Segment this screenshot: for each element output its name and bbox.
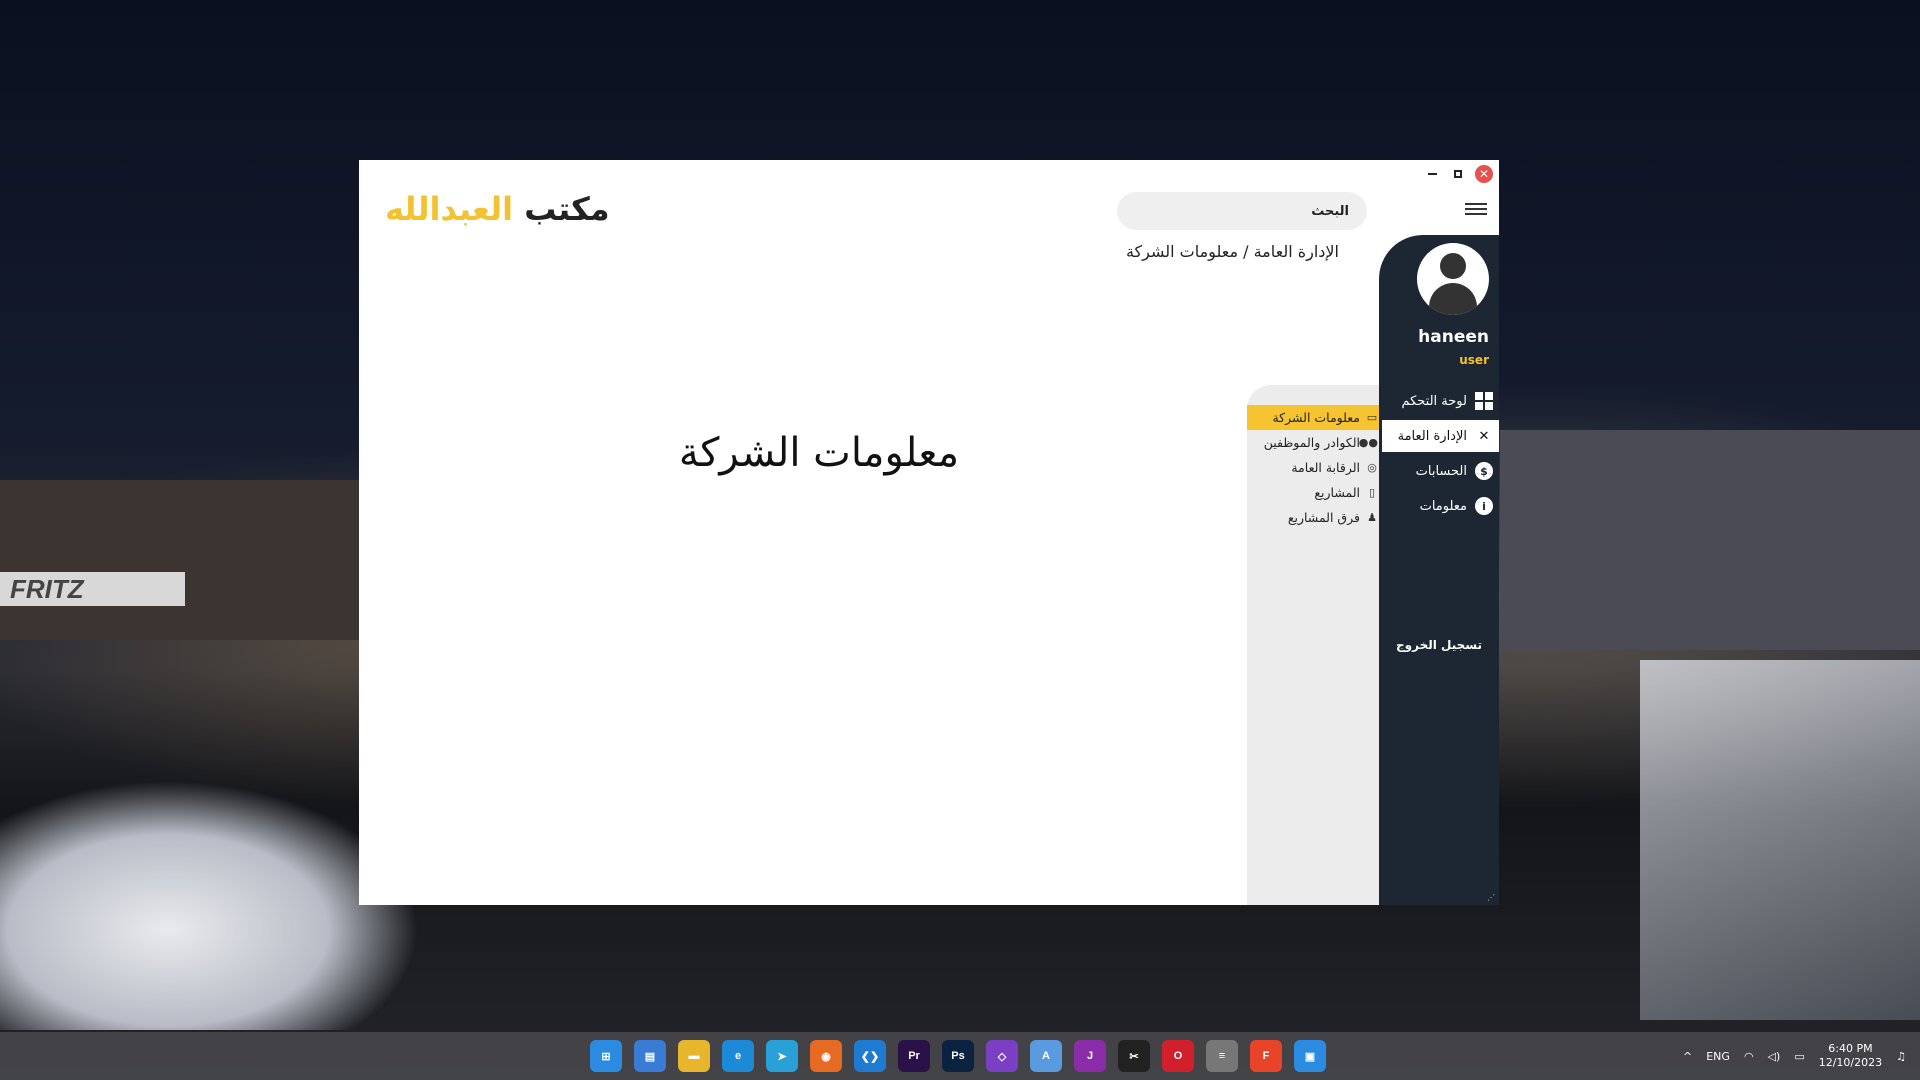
wallpaper-building-left	[0, 480, 360, 640]
submenu-item-label: الرقابة العامة	[1291, 460, 1360, 475]
submenu-item-oversight[interactable]: ◎ الرقابة العامة	[1247, 455, 1382, 480]
notification-bell-icon[interactable]: ♫	[1896, 1050, 1906, 1063]
app-logo: مكتب العبدالله	[385, 190, 610, 228]
menu-toggle-icon[interactable]	[1465, 200, 1487, 218]
team-icon: ♟	[1367, 511, 1377, 524]
sidebar-item-label: لوحة التحكم	[1401, 393, 1467, 409]
user-name: haneen	[1418, 327, 1489, 347]
taskbar-vscode-icon[interactable]: ❮❯	[854, 1040, 886, 1072]
submenu-item-projects[interactable]: ▯ المشاريع	[1247, 480, 1382, 505]
logo-word-1: مكتب	[524, 190, 610, 228]
taskbar-firefox-icon[interactable]: ◉	[810, 1040, 842, 1072]
tools-icon: ✕	[1478, 428, 1490, 444]
file-icon: ▯	[1368, 486, 1376, 499]
taskbar-photoshop-icon[interactable]: Ps	[942, 1040, 974, 1072]
submenu-item-staff[interactable]: ●● الكوادر والموظفين	[1247, 430, 1382, 455]
sidebar-item-general-admin[interactable]: ✕ الإدارة العامة	[1382, 420, 1499, 452]
avatar-head	[1440, 253, 1466, 279]
submenu-item-label: فرق المشاريع	[1287, 510, 1360, 525]
briefcase-icon: ▭	[1366, 411, 1378, 424]
taskbar-edge-icon[interactable]: e	[722, 1040, 754, 1072]
chevron-up-icon[interactable]: ^	[1683, 1050, 1692, 1063]
clock-date: 12/10/2023	[1818, 1056, 1883, 1069]
sidebar-item-dashboard[interactable]: لوحة التحكم	[1379, 385, 1499, 417]
app-window: ✕ مكتب العبدالله الإدارة العامة / معلوما…	[359, 160, 1499, 905]
submenu-item-project-teams[interactable]: ♟ فرق المشاريع	[1247, 505, 1382, 530]
clock[interactable]: 6:40 PM 12/10/2023	[1819, 1042, 1882, 1070]
sidebar-item-accounts[interactable]: $ الحسابات	[1379, 455, 1499, 487]
taskbar: ⊞ ▤ ▬ e ➤ ◉ ❮❯ Pr Ps ◇ A J ✂ O ≡ F ▣ ^ ENG ◠ ◁) ▭ 6:40 P…	[0, 1032, 1920, 1080]
wifi-icon[interactable]: ◠	[1744, 1050, 1754, 1063]
sidebar-item-label: الإدارة العامة	[1397, 428, 1467, 444]
sidebar-menu: لوحة التحكم ✕ الإدارة العامة $ الحسابات …	[1379, 385, 1499, 525]
sidebar-item-info[interactable]: i معلومات	[1379, 490, 1499, 522]
clock-time: 6:40 PM	[1828, 1042, 1873, 1055]
wallpaper-building-right	[1500, 430, 1920, 650]
search-icon: ◎	[1367, 461, 1377, 474]
language-indicator[interactable]: ENG	[1706, 1050, 1730, 1063]
wallpaper-sign: FRITZ	[0, 572, 185, 606]
sidebar-item-label: معلومات	[1419, 498, 1467, 514]
taskbar-database-icon[interactable]: ≡	[1206, 1040, 1238, 1072]
system-tray: ^ ENG ◠ ◁) ▭ 6:40 PM 12/10/2023 ♫	[1683, 1042, 1906, 1070]
submenu-item-label: معلومات الشركة	[1272, 410, 1360, 425]
sidebar: haneen user لوحة التحكم ✕ الإدارة العامة…	[1379, 235, 1499, 905]
submenu-item-label: الكوادر والموظفين	[1263, 435, 1360, 450]
page-title: معلومات الشركة	[678, 430, 960, 476]
maximize-button[interactable]	[1449, 165, 1467, 183]
window-controls: ✕	[1423, 165, 1493, 183]
taskbar-app-window-icon[interactable]: ▣	[1294, 1040, 1326, 1072]
info-icon: i	[1475, 497, 1493, 515]
resize-grip-icon[interactable]: ⋰	[1487, 893, 1497, 903]
breadcrumb: الإدارة العامة / معلومات الشركة	[1125, 242, 1339, 261]
taskbar-windows-start-icon[interactable]: ⊞	[590, 1040, 622, 1072]
user-role: user	[1459, 353, 1489, 367]
taskbar-file-explorer-icon[interactable]: ▬	[678, 1040, 710, 1072]
taskbar-figma-icon[interactable]: F	[1250, 1040, 1282, 1072]
taskbar-store-icon[interactable]: ▤	[634, 1040, 666, 1072]
taskbar-apps: ⊞ ▤ ▬ e ➤ ◉ ❮❯ Pr Ps ◇ A J ✂ O ≡ F ▣	[590, 1040, 1326, 1072]
sidebar-item-label: الحسابات	[1415, 463, 1467, 479]
wallpaper-snow	[0, 780, 420, 1030]
taskbar-premiere-icon[interactable]: Pr	[898, 1040, 930, 1072]
logout-button[interactable]: تسجيل الخروج	[1379, 638, 1499, 652]
submenu-panel: ▭ معلومات الشركة ●● الكوادر والموظفين ◎ …	[1247, 385, 1382, 905]
taskbar-jetbrains-icon[interactable]: J	[1074, 1040, 1106, 1072]
taskbar-app-store-icon[interactable]: A	[1030, 1040, 1062, 1072]
volume-icon[interactable]: ◁)	[1768, 1050, 1781, 1063]
taskbar-telegram-icon[interactable]: ➤	[766, 1040, 798, 1072]
logo-word-2: العبدالله	[385, 190, 514, 228]
search-input[interactable]	[1117, 192, 1367, 230]
submenu-item-company-info[interactable]: ▭ معلومات الشركة	[1247, 405, 1382, 430]
dashboard-icon	[1475, 392, 1493, 410]
submenu-item-label: المشاريع	[1314, 485, 1360, 500]
taskbar-capcut-icon[interactable]: ✂	[1118, 1040, 1150, 1072]
taskbar-opera-icon[interactable]: O	[1162, 1040, 1194, 1072]
wallpaper-snow-right	[1640, 660, 1920, 1020]
close-button[interactable]: ✕	[1475, 165, 1493, 183]
dollar-icon: $	[1475, 462, 1493, 480]
minimize-button[interactable]	[1423, 165, 1441, 183]
battery-icon[interactable]: ▭	[1794, 1050, 1804, 1063]
taskbar-visual-studio-icon[interactable]: ◇	[986, 1040, 1018, 1072]
users-icon: ●●	[1358, 436, 1378, 449]
avatar[interactable]	[1417, 243, 1489, 315]
avatar-body	[1429, 283, 1477, 315]
